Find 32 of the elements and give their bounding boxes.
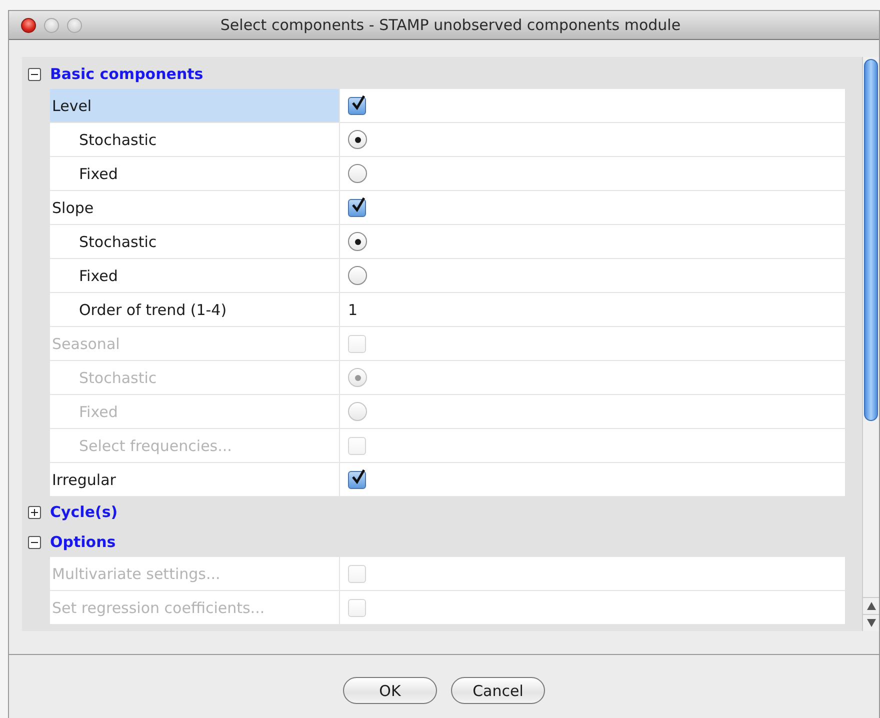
row-label[interactable]: Level xyxy=(50,89,340,123)
row-label[interactable]: Slope xyxy=(50,191,340,225)
section-title[interactable]: Cycle(s) xyxy=(50,503,118,521)
number-value[interactable]: 1 xyxy=(348,300,358,318)
row-label[interactable]: Fixed xyxy=(50,157,340,191)
radio-button[interactable] xyxy=(348,232,367,251)
check-icon xyxy=(350,196,366,212)
checkbox[interactable] xyxy=(348,470,366,488)
radio-button[interactable] xyxy=(348,266,367,285)
scrollbar[interactable] xyxy=(862,57,879,631)
expand-icon[interactable] xyxy=(28,506,41,518)
checkbox[interactable] xyxy=(348,198,366,216)
row-label[interactable]: Stochastic xyxy=(50,123,340,157)
radio-button[interactable] xyxy=(348,130,367,149)
collapse-icon[interactable] xyxy=(28,68,41,80)
scroll-up-icon[interactable] xyxy=(866,602,876,610)
scroll-down-icon[interactable] xyxy=(866,619,876,627)
radio-button[interactable] xyxy=(348,164,367,183)
close-button[interactable] xyxy=(21,18,36,32)
cancel-button[interactable]: Cancel xyxy=(451,677,545,704)
checkbox[interactable] xyxy=(348,96,366,114)
window-title: Select components - STAMP unobserved components module xyxy=(219,16,682,34)
check-icon xyxy=(350,94,366,110)
ok-button[interactable]: OK xyxy=(343,677,437,704)
row-label[interactable]: Stochastic xyxy=(50,225,340,259)
section-title[interactable]: Options xyxy=(50,533,116,551)
section-title[interactable]: Basic components xyxy=(50,65,204,83)
check-icon xyxy=(350,468,366,484)
row-label[interactable]: Irregular xyxy=(50,463,340,497)
collapse-icon[interactable] xyxy=(28,536,41,548)
row-label[interactable]: Order of trend (1-4) xyxy=(50,293,340,327)
row-label[interactable]: Fixed xyxy=(50,259,340,293)
